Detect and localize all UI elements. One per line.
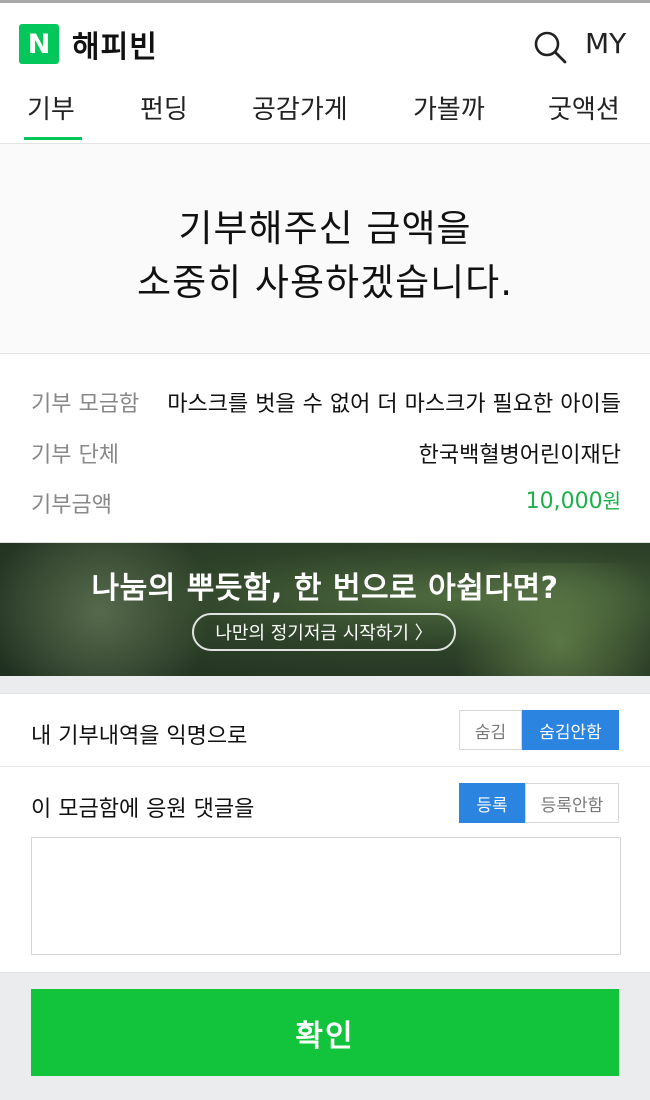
amount-label: 기부금액 xyxy=(31,493,112,518)
anonymous-toggle: 숨김 숨김안함 xyxy=(459,710,619,750)
options-divider xyxy=(0,766,650,767)
search-icon[interactable] xyxy=(532,29,568,65)
amount-unit: 원 xyxy=(602,489,621,513)
tab-store[interactable]: 공감가게 xyxy=(252,89,348,126)
comment-toggle: 등록 등록안함 xyxy=(459,783,619,823)
org-label: 기부 단체 xyxy=(31,443,119,468)
amount-number: 10,000 xyxy=(525,489,603,514)
comment-register-option[interactable]: 등록 xyxy=(459,783,525,823)
fund-value: 마스크를 벗을 수 없어 더 마스크가 필요한 아이들 xyxy=(167,392,621,417)
donation-info: 기부 모금함 마스크를 벗을 수 없어 더 마스크가 필요한 아이들 기부 단체… xyxy=(0,354,650,543)
thanks-message: 기부해주신 금액을 소중히 사용하겠습니다. xyxy=(0,144,650,354)
active-tab-indicator xyxy=(24,137,82,140)
tab-donate[interactable]: 기부 xyxy=(27,89,75,126)
naver-logo[interactable]: N xyxy=(19,24,59,64)
confirm-button[interactable]: 확인 xyxy=(31,989,619,1076)
amount-value: 10,000원 xyxy=(526,485,621,514)
app-header: N 해피빈 MY 기부 펀딩 공감가게 가볼까 굿액션 xyxy=(0,3,650,144)
regular-savings-banner[interactable]: 나눔의 뿌듯함, 한 번으로 아쉽다면? 나만의 정기저금 시작하기 〉 xyxy=(0,543,650,676)
tab-visit[interactable]: 가볼까 xyxy=(413,89,485,126)
comment-no-register-option[interactable]: 등록안함 xyxy=(525,783,619,823)
anonymous-show-option[interactable]: 숨김안함 xyxy=(522,710,619,750)
fund-label: 기부 모금함 xyxy=(31,392,140,417)
comment-input[interactable] xyxy=(31,837,621,955)
my-menu-button[interactable]: MY xyxy=(585,27,626,60)
tab-funding[interactable]: 펀딩 xyxy=(140,89,188,126)
comment-label: 이 모금함에 응원 댓글을 xyxy=(31,797,255,822)
options-section: 내 기부내역을 익명으로 숨김 숨김안함 이 모금함에 응원 댓글을 등록 등록… xyxy=(0,693,650,973)
thanks-line-2: 소중히 사용하겠습니다. xyxy=(137,261,513,304)
anonymous-label: 내 기부내역을 익명으로 xyxy=(31,724,248,749)
start-savings-button[interactable]: 나만의 정기저금 시작하기 〉 xyxy=(192,613,456,651)
brand-title[interactable]: 해피빈 xyxy=(72,22,158,66)
thanks-line-1: 기부해주신 금액을 xyxy=(178,207,472,250)
anonymous-hide-option[interactable]: 숨김 xyxy=(459,710,522,750)
org-value: 한국백혈병어린이재단 xyxy=(418,443,621,468)
main-tabs: 기부 펀딩 공감가게 가볼까 굿액션 xyxy=(0,87,650,143)
banner-title: 나눔의 뿌듯함, 한 번으로 아쉽다면? xyxy=(91,571,559,606)
tab-good-action[interactable]: 굿액션 xyxy=(548,89,620,126)
